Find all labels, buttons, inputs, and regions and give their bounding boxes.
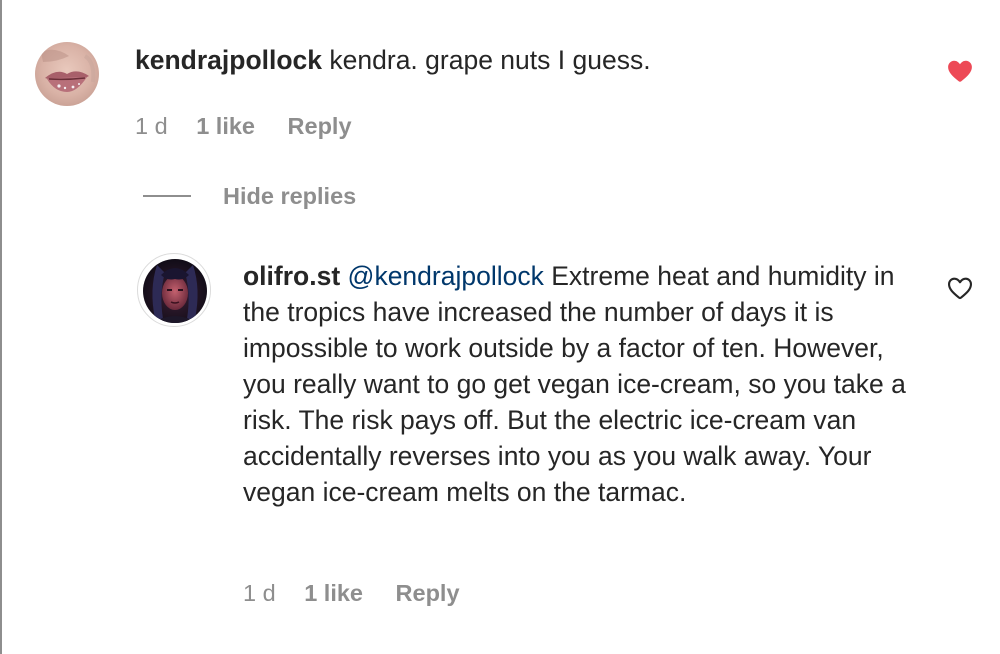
hide-replies-button[interactable]: Hide replies: [143, 182, 356, 210]
comment-likes-count[interactable]: 1 like: [196, 113, 255, 140]
comment-reply-button[interactable]: Reply: [288, 113, 352, 140]
user-avatar-dark-portrait-photo-icon: [143, 259, 207, 323]
commenter-avatar[interactable]: [35, 42, 99, 106]
comment-age: 1 d: [135, 113, 168, 139]
like-button[interactable]: [946, 57, 974, 85]
reply-mention-link[interactable]: @kendrajpollock: [348, 261, 544, 291]
reply-likes-count[interactable]: 1 like: [304, 580, 363, 607]
reply-body: olifro.st @kendrajpollock Extreme heat a…: [243, 258, 933, 510]
reply-like-button[interactable]: [946, 274, 974, 302]
hide-replies-label: Hide replies: [223, 182, 357, 209]
heart-outline-icon: [947, 277, 973, 300]
comment-meta: 1 d 1 like Reply: [135, 113, 352, 140]
reply-avatar[interactable]: [143, 259, 207, 323]
heart-filled-icon: [948, 60, 972, 82]
reply-reply-button[interactable]: Reply: [396, 580, 460, 607]
reply-text: Extreme heat and humidity in the tropics…: [243, 261, 906, 507]
replies-divider-line: [143, 195, 191, 197]
reply-username[interactable]: olifro.st: [243, 261, 340, 291]
user-avatar-lips-photo-icon: [35, 42, 99, 106]
reply-meta: 1 d 1 like Reply: [243, 580, 460, 607]
comment-body: kendrajpollock kendra. grape nuts I gues…: [135, 42, 935, 78]
comment-text: kendra. grape nuts I guess.: [329, 45, 651, 75]
comment-username[interactable]: kendrajpollock: [135, 45, 322, 75]
reply-age: 1 d: [243, 580, 276, 606]
window-left-border: [0, 0, 2, 654]
